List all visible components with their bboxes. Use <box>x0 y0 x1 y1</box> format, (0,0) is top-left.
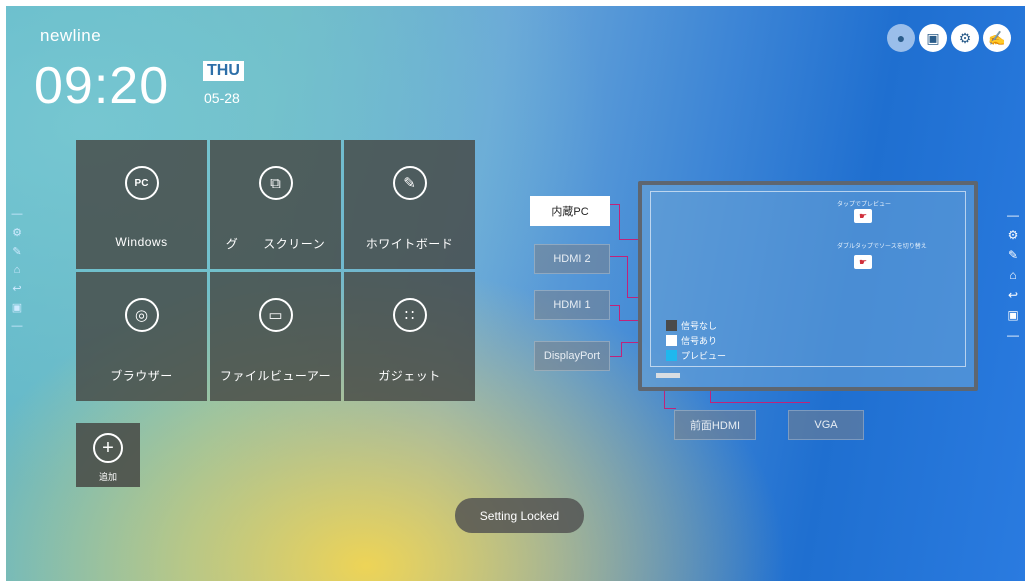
divider-icon: — <box>1007 208 1019 222</box>
monitor-preview[interactable]: タップでプレビュー ☛ ダブルタップでソースを切り替え ☛ 信号なし 信号あり … <box>638 181 978 391</box>
connector-line <box>610 256 628 257</box>
source-front-hdmi[interactable]: 前面HDMI <box>674 410 756 440</box>
app-tiles: PC Windows ⧉ グ スクリーン ✎ ホワイトボード ◎ ブラウザー ▭… <box>76 140 476 401</box>
add-tile-label: 追加 <box>98 472 117 482</box>
home-icon[interactable]: ⌂ <box>14 264 21 276</box>
tile-label: ホワイトボード <box>365 237 454 251</box>
clock-day: THU <box>203 61 244 81</box>
right-sidebar[interactable]: — ⚙ ✎ ⌂ ↩ ▣ — <box>1004 208 1022 342</box>
front-port-indicator <box>656 373 680 378</box>
connector-line <box>664 391 665 409</box>
legend-no-signal: 信号なし <box>666 319 717 332</box>
setting-locked-toast: Setting Locked <box>455 498 584 533</box>
legend-has-signal: 信号あり <box>666 334 717 347</box>
tile-windows[interactable]: PC Windows <box>76 140 207 269</box>
screen-share-icon: ⧉ <box>258 166 293 200</box>
tile-label: Windows <box>115 235 168 249</box>
hint-tap-preview: タップでプレビュー <box>837 202 892 208</box>
tile-whiteboard[interactable]: ✎ ホワイトボード <box>344 140 475 269</box>
settings-icon[interactable]: ⚙ <box>1008 228 1019 242</box>
pen-icon: ✎ <box>392 166 427 200</box>
clock-date: 05-28 <box>204 90 240 106</box>
back-icon[interactable]: ↩ <box>12 282 21 295</box>
apps-grid-icon: ∷ <box>392 298 427 332</box>
note-icon[interactable]: ✍ <box>983 24 1011 52</box>
legend-swatch <box>666 320 677 331</box>
home-screen: newline 09:20 THU 05-28 PC Windows ⧉ グ ス… <box>6 6 1025 581</box>
tile-label: ガジェット <box>378 369 441 383</box>
hint-double-tap: ダブルタップでソースを切り替え <box>837 244 927 250</box>
tile-browser[interactable]: ◎ ブラウザー <box>76 272 207 401</box>
pen-icon[interactable]: ✎ <box>1008 248 1018 262</box>
user-icon[interactable]: ● <box>887 24 915 52</box>
source-hdmi1[interactable]: HDMI 1 <box>534 290 610 320</box>
settings-icon[interactable]: ⚙ <box>12 226 22 239</box>
connector-line <box>627 256 628 298</box>
globe-icon: ◎ <box>124 298 159 332</box>
divider-icon: — <box>1007 328 1019 342</box>
pc-icon: PC <box>124 166 159 200</box>
source-icon[interactable]: ▣ <box>1007 308 1018 322</box>
input-settings-icon[interactable]: ▣ <box>919 24 947 52</box>
connector-line <box>621 342 622 357</box>
connector-line <box>710 402 810 403</box>
add-tile-button[interactable]: + 追加 <box>76 423 140 487</box>
legend-preview: プレビュー <box>666 349 726 362</box>
brand-logo: newline <box>40 26 102 45</box>
tile-label: ブラウザー <box>110 369 173 383</box>
connector-line <box>619 305 620 321</box>
left-sidebar[interactable]: — ⚙ ✎ ⌂ ↩ ▣ — <box>9 208 25 332</box>
source-icon[interactable]: ▣ <box>12 301 22 314</box>
top-toolbar: ● ▣ ⚙ ✍ <box>887 24 1011 52</box>
folder-icon: ▭ <box>258 298 293 332</box>
legend-swatch <box>666 350 677 361</box>
home-icon[interactable]: ⌂ <box>1009 268 1016 282</box>
connector-line <box>664 408 676 409</box>
tile-gadget[interactable]: ∷ ガジェット <box>344 272 475 401</box>
double-tap-hand-icon: ☛ <box>854 255 872 269</box>
source-internal-pc[interactable]: 内蔵PC <box>530 196 610 226</box>
source-hdmi2[interactable]: HDMI 2 <box>534 244 610 274</box>
tile-screen-share[interactable]: ⧉ グ スクリーン <box>210 140 341 269</box>
divider-icon: — <box>11 320 23 332</box>
source-displayport[interactable]: DisplayPort <box>534 341 610 371</box>
legend-label: 信号あり <box>681 336 718 346</box>
clock-time: 09:20 <box>34 57 170 115</box>
legend-swatch <box>666 335 677 346</box>
tile-file-viewer[interactable]: ▭ ファイルビューアー <box>210 272 341 401</box>
legend-label: 信号なし <box>681 321 718 331</box>
divider-icon: — <box>11 208 23 220</box>
tile-label: グ スクリーン <box>225 237 326 251</box>
gear-icon[interactable]: ⚙ <box>951 24 979 52</box>
legend-label: プレビュー <box>681 351 727 361</box>
tap-hand-icon: ☛ <box>854 209 872 223</box>
connector-line <box>619 204 620 240</box>
source-vga[interactable]: VGA <box>788 410 864 440</box>
back-icon[interactable]: ↩ <box>1008 288 1018 302</box>
plus-icon: + <box>93 433 123 463</box>
tile-label: ファイルビューアー <box>219 369 332 383</box>
pen-icon[interactable]: ✎ <box>12 245 21 258</box>
